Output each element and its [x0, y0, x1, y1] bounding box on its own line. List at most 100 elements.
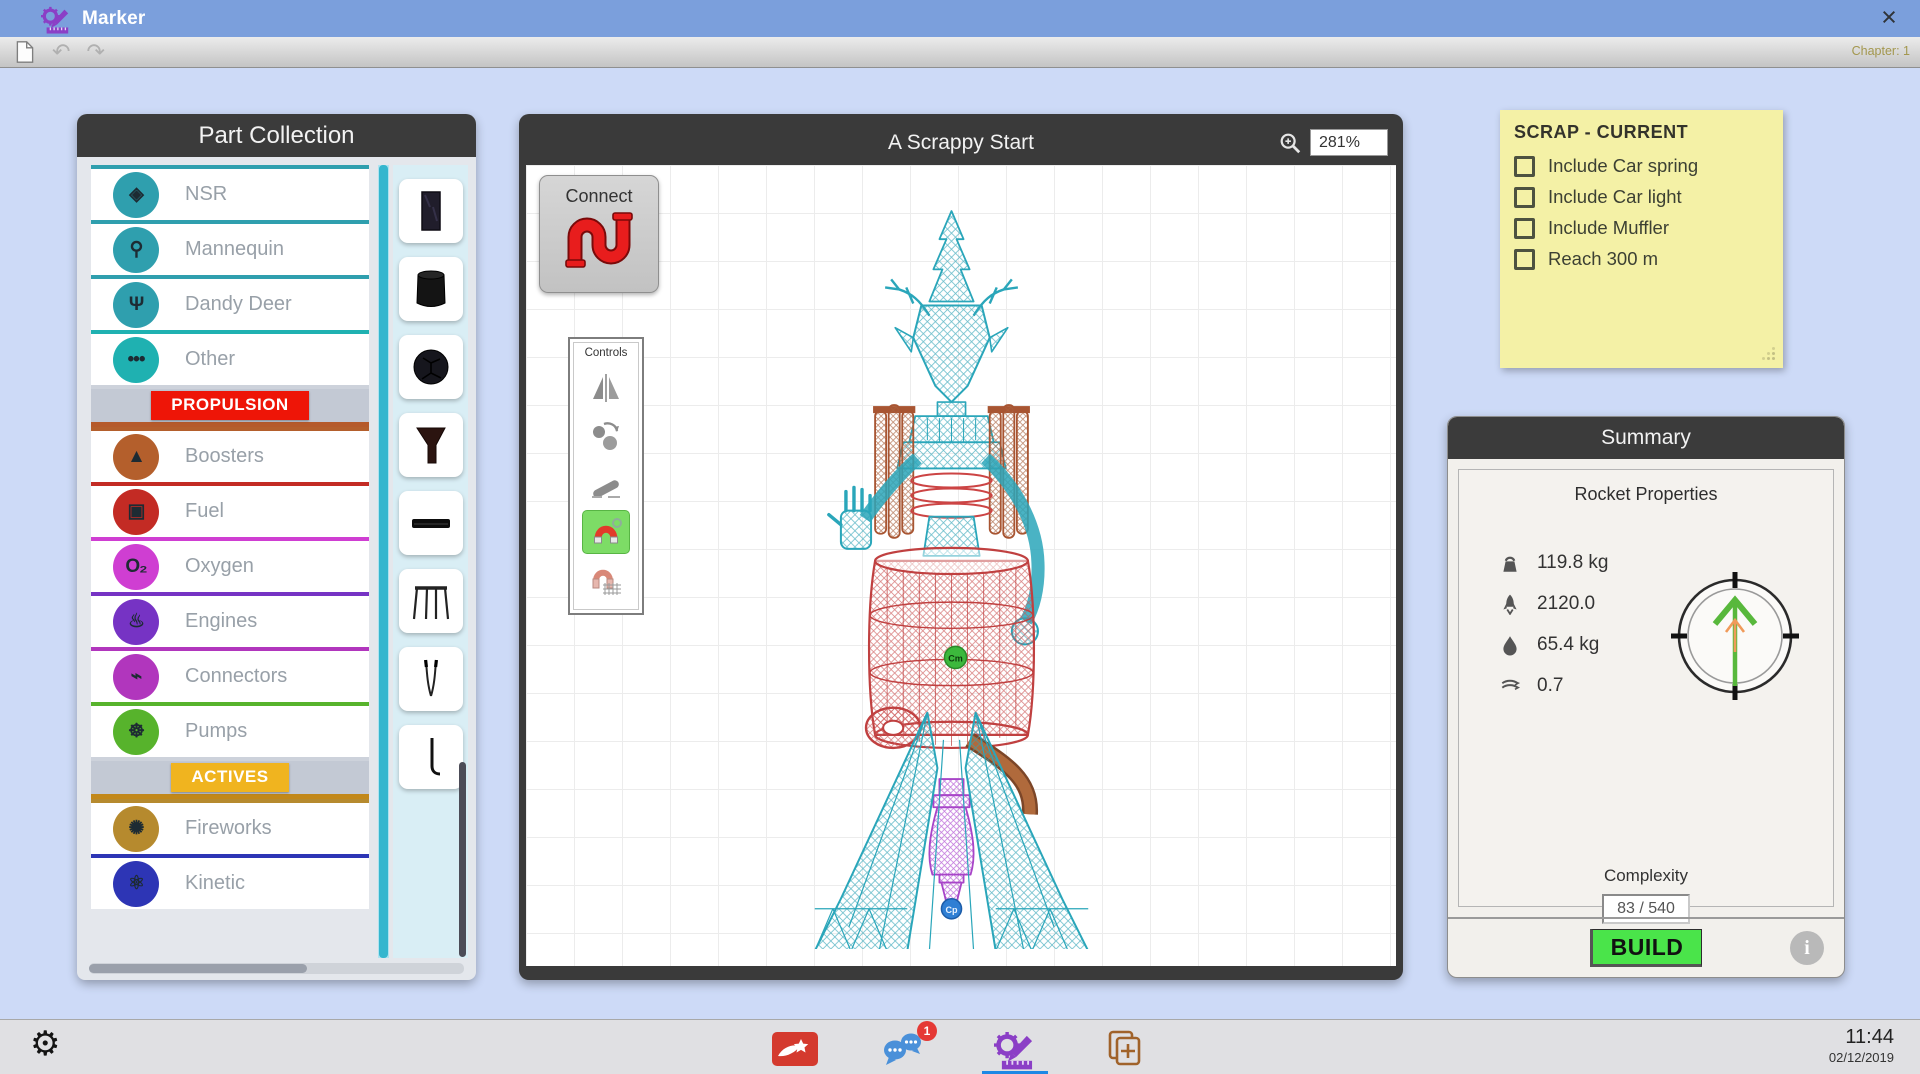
taskbar: ⚙ 1 11:44 02/12/2019: [0, 1019, 1920, 1074]
canvas-title: A Scrappy Start: [888, 131, 1034, 154]
property-value: 119.8 kg: [1537, 551, 1609, 573]
property-row: 2120.0: [1499, 583, 1608, 624]
booster-icon: ▲: [127, 445, 146, 467]
part-collection-panel: Part Collection ◈ NSR NSR ⚲ Mannequin: [77, 114, 476, 980]
app-logo-icon: [40, 4, 72, 34]
part-thumbnail[interactable]: [398, 491, 463, 555]
objective-label: Include Car spring: [1548, 155, 1699, 176]
part-thumbnail[interactable]: [398, 569, 463, 633]
part-category-row[interactable]: ◈ NSR NSR: [91, 165, 369, 220]
build-button[interactable]: BUILD: [1590, 929, 1702, 967]
part-category-row[interactable]: ⚲ Mannequin Mannequin: [91, 220, 369, 275]
info-icon[interactable]: i: [1790, 931, 1824, 965]
panel-vertical-scrollbar[interactable]: [459, 762, 466, 957]
category-label: Connectors: [185, 665, 288, 687]
control-tool[interactable]: [583, 367, 629, 409]
property-value: 0.7: [1537, 674, 1564, 696]
objective-row: Include Car light: [1514, 186, 1769, 208]
category-icon: ✺: [113, 805, 159, 852]
part-thumbnail[interactable]: [398, 179, 463, 243]
part-category-row[interactable]: ••• Other Other: [91, 330, 369, 385]
connect-button[interactable]: Connect: [539, 175, 659, 293]
fireworks-icon: ✺: [128, 818, 145, 839]
part-category-row[interactable]: ♨ Engines Engines: [91, 592, 369, 647]
part-category-row[interactable]: ☸ Pumps Pumps: [91, 702, 369, 757]
thrust: [1499, 593, 1521, 615]
part-category-row[interactable]: Ψ Dandy Deer Dandy Deer: [91, 275, 369, 330]
app-title: Marker: [82, 7, 146, 29]
property-row: 119.8 kg: [1499, 542, 1608, 583]
property-row: 0.7: [1499, 665, 1608, 706]
engine: [928, 778, 975, 904]
part-category-row[interactable]: ▣ Fuel Fuel: [91, 482, 369, 537]
property-row: 65.4 kg: [1499, 624, 1608, 665]
objective-row: Reach 300 m: [1514, 248, 1769, 270]
part-category-row[interactable]: O₂ Oxygen Oxygen: [91, 537, 369, 592]
panel-horizontal-scrollbar[interactable]: [89, 963, 464, 974]
objective-checkbox[interactable]: [1514, 155, 1535, 177]
pump-icon: ☸: [127, 721, 145, 742]
category-label: Oxygen: [185, 555, 254, 577]
svg-text:Cm: Cm: [948, 653, 963, 663]
controls-title: Controls: [584, 347, 628, 359]
part-thumbnail[interactable]: [398, 335, 463, 399]
zoom-icon[interactable]: [1278, 131, 1302, 155]
rocket-wireframe: Cm Cp: [814, 210, 1089, 949]
new-file-icon[interactable]: [14, 40, 36, 64]
category-label: Pumps: [185, 720, 248, 742]
title-bar: Marker ×: [0, 0, 1920, 37]
control-tool[interactable]: [583, 463, 629, 505]
canvas-workspace[interactable]: Connect Controls Cm Cp: [526, 165, 1396, 966]
category-icon: ⌁: [113, 653, 159, 700]
category-icon: ⚲: [113, 226, 159, 273]
dots-icon: •••: [127, 348, 146, 370]
undo-icon[interactable]: ↶: [52, 39, 70, 65]
mass: [1499, 552, 1521, 574]
part-thumbnail[interactable]: [398, 725, 463, 789]
control-tool[interactable]: [583, 415, 629, 457]
objective-checkbox[interactable]: [1514, 186, 1535, 208]
deer-head: [912, 304, 991, 404]
category-icon: ▲: [113, 433, 159, 480]
close-icon[interactable]: ×: [1874, 0, 1904, 34]
crown-spire: [928, 210, 975, 303]
property-value: 2120.0: [1537, 592, 1596, 614]
part-thumbnail[interactable]: [398, 413, 463, 477]
summary-panel: Summary Rocket Properties 119.8 kg 2120.…: [1447, 416, 1845, 978]
cube-icon: ◈: [129, 184, 144, 205]
part-category-row[interactable]: ⌁ Connectors Connectors: [91, 647, 369, 702]
section-ribbon: PROPULSION: [151, 391, 309, 420]
control-tool[interactable]: [583, 559, 629, 601]
part-category-row[interactable]: ACTIVES ACTIVES: [91, 757, 369, 799]
stability-compass: [1671, 572, 1799, 700]
part-category-row[interactable]: PROPULSION PROPULSION: [91, 385, 369, 427]
objective-row: Include Car spring: [1514, 155, 1769, 177]
objective-checkbox[interactable]: [1514, 217, 1535, 239]
notification-badge: 1: [917, 1021, 937, 1041]
complexity-label: Complexity: [1603, 866, 1689, 885]
note-resize-handle[interactable]: [1772, 357, 1775, 360]
part-category-row[interactable]: ▲ Boosters Boosters: [91, 427, 369, 482]
thumbnail-scrollbar[interactable]: [378, 165, 389, 958]
zoom-level-input[interactable]: [1310, 129, 1388, 156]
part-thumbnail[interactable]: [398, 257, 463, 321]
clock-date: 02/12/2019: [1828, 1050, 1894, 1065]
control-tool[interactable]: [583, 511, 629, 553]
category-label: Mannequin: [185, 238, 284, 260]
objective-checkbox[interactable]: [1514, 248, 1535, 270]
part-thumbnail[interactable]: [398, 647, 463, 711]
torus: [864, 706, 922, 750]
part-category-row[interactable]: ✺ Fireworks Fireworks: [91, 799, 369, 854]
build-canvas-panel: A Scrappy Start Connect Controls: [519, 114, 1403, 980]
category-label: Kinetic: [185, 872, 246, 894]
settings-gear-icon[interactable]: ⚙: [30, 1024, 60, 1064]
category-icon: ♨: [113, 598, 159, 645]
controls-palette: Controls: [568, 337, 644, 615]
redo-icon[interactable]: ↷: [86, 39, 104, 65]
part-thumbnail-list: [393, 165, 468, 958]
section-ribbon: ACTIVES: [171, 763, 289, 792]
svg-text:Cp: Cp: [945, 905, 958, 915]
part-category-row[interactable]: ⚛ Kinetic Kinetic: [91, 854, 369, 909]
marker-app-window: Marker × ↶ ↷ Chapter: 1 Part Collection …: [0, 0, 1920, 1074]
category-label: Boosters: [185, 445, 264, 467]
